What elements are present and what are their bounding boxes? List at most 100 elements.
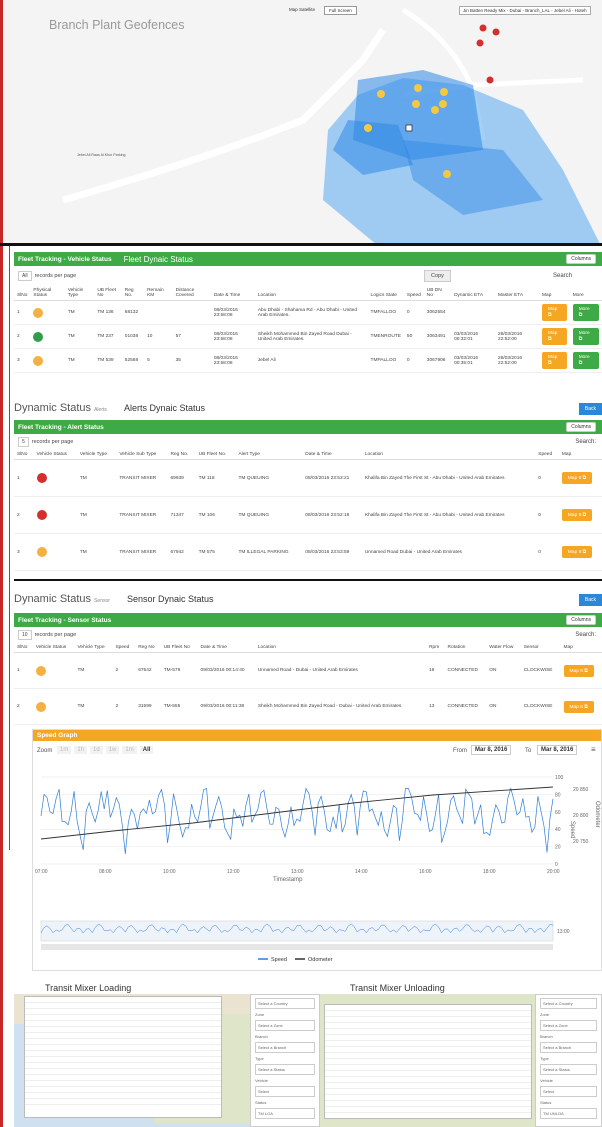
from-date-input[interactable]: Mar 8, 2016 [471,745,512,755]
zoom-option-button[interactable]: 1h [74,746,88,754]
columns-button[interactable]: Columns [566,615,596,625]
column-header[interactable]: UB DN No [423,286,452,301]
map-it-button[interactable]: Map It ⧉ [561,546,593,558]
zoom-option-button[interactable]: 1m [122,746,137,754]
table-cell: TMENROUTE [367,324,404,349]
filter-select[interactable]: Select [540,1086,597,1097]
filter-select[interactable]: Select a Country [540,998,597,1009]
filter-select[interactable]: TM UNLOA [540,1108,597,1119]
filter-select[interactable]: Select [255,1086,315,1097]
copy-button[interactable]: Copy [424,270,451,282]
columns-button[interactable]: Columns [566,422,596,432]
table-cell: 10 [144,324,173,349]
column-header[interactable]: SlNo [14,643,33,653]
column-header[interactable]: Rpm [426,643,445,653]
column-header[interactable]: Vehicle Type [64,286,95,301]
more-button[interactable]: More ⧉ [572,352,599,369]
column-header[interactable]: SlNo [14,286,31,301]
columns-button[interactable]: Columns [566,254,596,264]
column-header[interactable]: Dynamic ETA [451,286,496,301]
back-button[interactable]: Back [578,403,602,415]
column-header[interactable]: More [569,286,602,301]
column-header[interactable]: UB Fleet No. [195,450,236,460]
column-header[interactable]: Speed [403,286,424,301]
column-header[interactable]: Vehicle Sub Type [116,450,168,460]
table-cell: 09/03/2016 00:11:38 [197,688,255,725]
column-header[interactable]: Speed [112,643,136,653]
filter-select[interactable]: Select a Status [540,1064,597,1075]
legend-odometer-label[interactable]: Odometer [308,957,333,963]
column-header[interactable]: Reg No. [121,286,145,301]
map-it-button[interactable]: Map It ⧉ [561,472,593,484]
column-header[interactable]: Alert Type [235,450,303,460]
table-cell: ON [486,652,521,689]
records-per-page-select[interactable]: 5 [18,437,29,447]
column-header[interactable]: Date & Time [197,643,255,653]
column-header[interactable]: UB Fleet No [160,643,198,653]
column-header[interactable]: Distance Covered [172,286,211,301]
map-it-button[interactable]: Map It ⧉ [563,664,594,677]
navigator-scrollbar[interactable] [41,944,553,950]
column-header[interactable]: Date & Time [302,450,362,460]
filter-select[interactable]: Select a Zone [540,1020,597,1031]
column-header[interactable]: Reg No. [167,450,196,460]
column-header[interactable]: Location [254,643,427,653]
map-it-button[interactable]: Map It ⧉ [563,700,594,713]
zoom-option-button[interactable]: 1w [105,746,120,754]
column-header[interactable]: Remain KM [144,286,173,301]
table-cell: TM ILLEGAL PARKING [235,533,303,571]
more-button[interactable]: More ⧉ [572,328,599,345]
table-cell [33,533,77,571]
filter-select[interactable]: TM LOA [255,1108,315,1119]
filter-select[interactable]: Select a Country [255,998,315,1009]
column-header[interactable]: Vehicle Status [32,643,75,653]
map-canvas[interactable] [3,0,602,243]
zoom-option-button[interactable]: 1m [57,746,72,754]
geofence-map[interactable]: Branch Plant Geofences Map Satellite Ful… [3,0,602,243]
map-button[interactable]: Map ⧉ [542,328,567,345]
back-button[interactable]: Back [578,594,602,606]
column-header[interactable]: UB Fleet No [94,286,122,301]
column-header[interactable]: Vehicle Type [76,450,117,460]
column-header[interactable]: Reg No [135,643,161,653]
column-header[interactable]: Rotation [444,643,487,653]
map-it-button[interactable]: Map It ⧉ [561,509,593,521]
column-header[interactable]: Water Flow [486,643,521,653]
column-header[interactable]: Map [560,643,602,653]
more-button[interactable]: More ⧉ [572,304,599,321]
column-header[interactable]: Logics State [367,286,404,301]
column-header[interactable]: Vehicle Type [74,643,113,653]
filter-select[interactable]: Select a Status [255,1064,315,1075]
column-header[interactable]: Vehicle Status [33,450,77,460]
to-date-input[interactable]: Mar 8, 2016 [537,745,578,755]
column-header[interactable]: Physical Status [30,286,65,301]
column-header[interactable]: Speed [535,450,559,460]
records-per-page-select[interactable]: 10 [18,630,32,640]
zoom-option-button[interactable]: 1d [90,746,103,754]
search-label: Search [552,273,572,279]
map-button[interactable]: Map ⧉ [542,352,567,369]
speed-chart[interactable]: 100 80 60 40 20 0 Speed 20 850 20 800 20 750 Odome… [33,761,601,969]
column-header[interactable]: Location [254,286,368,301]
x-axis-title: Timestamp [273,877,303,883]
column-header[interactable]: SlNo [14,450,34,460]
alert-status-icon [36,547,47,557]
filter-select[interactable]: Select a Zone [255,1020,315,1031]
column-header[interactable]: Map [558,450,602,460]
menu-icon[interactable]: ≡ [591,745,596,754]
column-header[interactable]: Map [539,286,570,301]
vehicle-status-icon [33,355,44,366]
loading-map[interactable] [14,994,274,1127]
map-type-map-button[interactable]: Map Satellite [285,6,319,13]
fullscreen-button[interactable]: Full Screen [324,6,357,15]
column-header[interactable]: Location [361,450,536,460]
filter-select[interactable]: Select a Branch [540,1042,597,1053]
column-header[interactable]: Date & Time [210,286,255,301]
legend-speed-label[interactable]: Speed [271,957,287,963]
zoom-option-button[interactable]: All [139,746,154,754]
column-header[interactable]: Sensor [520,643,561,653]
column-header[interactable]: Master ETA [495,286,540,301]
map-button[interactable]: Map ⧉ [542,304,567,321]
filter-select[interactable]: Select a Branch [255,1042,315,1053]
records-per-page-select[interactable]: All [18,271,32,281]
